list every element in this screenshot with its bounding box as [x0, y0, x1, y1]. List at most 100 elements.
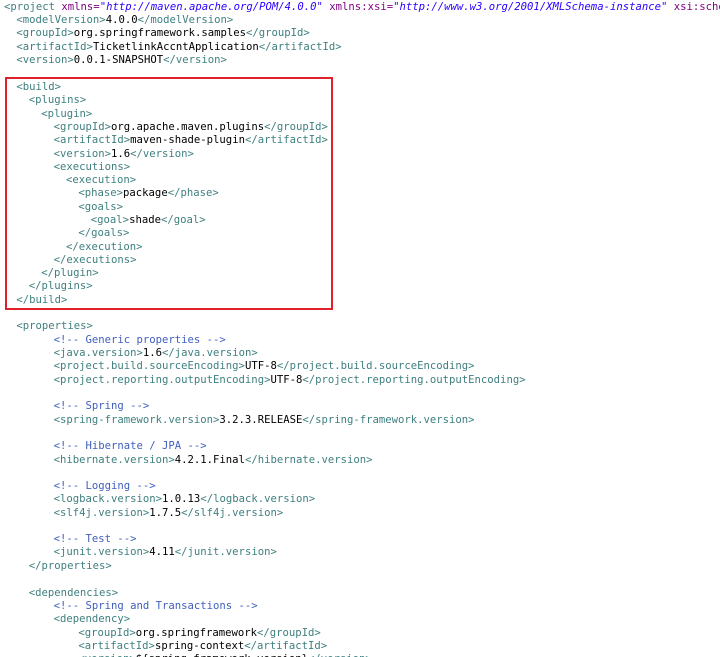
- code-token-tag: <project.build.sourceEncoding>: [53, 360, 245, 372]
- code-line: <groupId>org.springframework</groupId>: [78, 627, 320, 640]
- code-line: <slf4j.version>1.7.5</slf4j.version>: [54, 507, 284, 520]
- code-token-tag: <phase>: [78, 187, 124, 199]
- code-line: <junit.version>4.11</junit.version>: [54, 546, 277, 559]
- code-token-tag: <artifactId>: [53, 134, 131, 146]
- code-line: <project xmlns="http://maven.apache.org/…: [4, 1, 720, 14]
- code-token-tag: <execution>: [66, 174, 137, 186]
- code-token-tag: <dependency>: [53, 613, 131, 625]
- code-token-tag: <build>: [16, 81, 62, 93]
- code-line: <artifactId>maven-shade-plugin</artifact…: [54, 134, 328, 147]
- code-token-tag: </plugin>: [41, 267, 99, 279]
- xml-editor[interactable]: <project xmlns="http://maven.apache.org/…: [0, 0, 720, 657]
- code-token-tag: <junit.version>: [53, 546, 150, 558]
- code-token-tag: </goal>: [160, 214, 206, 226]
- code-line: <artifactId>TicketlinkAccntApplication</…: [16, 41, 341, 54]
- code-line: <properties>: [16, 320, 93, 333]
- code-token-attr: xmlns=: [61, 1, 100, 13]
- code-token-tag: </artifactId>: [244, 640, 328, 652]
- code-token-text: 4.2.1.Final: [174, 454, 245, 466]
- code-token-text: 3.2.3.RELEASE: [219, 414, 303, 426]
- code-token-tag: <modelVersion>: [16, 14, 106, 26]
- code-line: <project.reporting.outputEncoding>UTF-8<…: [54, 374, 526, 387]
- code-line: <!-- Generic properties -->: [54, 334, 226, 347]
- code-token-tag: </spring-framework.version>: [302, 414, 475, 426]
- code-token-text: TicketlinkAccntApplication: [92, 41, 259, 53]
- code-line: <dependency>: [54, 613, 131, 626]
- code-token-tag: </groupId>: [256, 627, 321, 639]
- code-line: <!-- Logging -->: [54, 480, 156, 493]
- code-line: <hibernate.version>4.2.1.Final</hibernat…: [54, 454, 373, 467]
- code-line: <logback.version>1.0.13</logback.version…: [54, 493, 316, 506]
- code-token-tag: <plugin>: [41, 108, 93, 120]
- code-token-comment: <!-- Spring and Transactions -->: [53, 600, 258, 612]
- code-token-text: maven-shade-plugin: [130, 134, 245, 146]
- code-token-text: 1.6: [142, 347, 163, 359]
- code-token-tag: </build>: [16, 294, 68, 306]
- code-token-text: spring-context: [154, 640, 245, 652]
- code-token-tag: </java.version>: [162, 347, 258, 359]
- code-token-comment: <!-- Spring -->: [53, 400, 150, 412]
- code-token-tag: </project.reporting.outputEncoding>: [302, 374, 526, 386]
- code-token-text: shade: [129, 214, 161, 226]
- code-line: <goals>: [78, 201, 123, 214]
- code-token-tag: </groupId>: [264, 121, 328, 133]
- code-token-tag: <spring-framework.version>: [53, 414, 220, 426]
- code-token-tag: </execution>: [66, 241, 143, 253]
- code-token-tag: </artifactId>: [258, 41, 342, 53]
- code-line: <goal>shade</goal>: [91, 214, 206, 227]
- code-token-text: UTF-8: [270, 374, 303, 386]
- code-token-tag: </modelVersion>: [137, 14, 234, 26]
- code-token-tag: <logback.version>: [53, 493, 163, 505]
- code-line: <phase>package</phase>: [78, 187, 218, 200]
- code-token-tag: <executions>: [53, 161, 131, 173]
- code-token-tag: <groupId>: [16, 27, 74, 39]
- code-token-tag: </junit.version>: [174, 546, 277, 558]
- code-line: <build>: [16, 81, 61, 94]
- code-line: </plugins>: [29, 280, 93, 293]
- code-line: <plugins>: [29, 94, 86, 107]
- code-token-tag: <project: [4, 1, 62, 13]
- code-token-comment: <!-- Logging -->: [53, 480, 156, 492]
- code-token-tag: </slf4j.version>: [181, 507, 284, 519]
- code-token-tag: <dependencies>: [28, 587, 119, 599]
- code-token-val: "http://maven.apache.org/POM/4.0.0": [99, 1, 323, 13]
- code-token-text: org.apache.maven.plugins: [111, 121, 265, 133]
- code-token-tag: </executions>: [53, 254, 137, 266]
- code-line: <version>0.0.1-SNAPSHOT</version>: [16, 54, 226, 67]
- code-token-tag: <properties>: [16, 320, 93, 332]
- code-line: </build>: [16, 294, 67, 307]
- code-token-val: "http://www.w3.org/2001/XMLSchema-instan…: [393, 1, 668, 13]
- code-token-text: UTF-8: [244, 360, 277, 372]
- code-line: <!-- Test -->: [54, 533, 137, 546]
- code-token-text: 4.0.0: [105, 14, 138, 26]
- code-token-tag: <artifactId>: [78, 640, 155, 652]
- code-token-tag: <hibernate.version>: [53, 454, 175, 466]
- code-line: </goals>: [78, 227, 129, 240]
- code-line: <modelVersion>4.0.0</modelVersion>: [16, 14, 233, 27]
- code-token-text: org.springframework: [135, 627, 257, 639]
- code-token-text: 1.0.13: [162, 493, 201, 505]
- code-line: <executions>: [54, 161, 131, 174]
- code-line: </executions>: [54, 254, 137, 267]
- code-token-tag: </goals>: [78, 227, 130, 239]
- code-line: <version>1.6</version>: [54, 148, 194, 161]
- code-line: </properties>: [29, 560, 112, 573]
- code-token-tag: </artifactId>: [244, 134, 328, 146]
- code-token-text: org.springframework.samples: [73, 27, 247, 39]
- code-token-tag: </groupId>: [246, 27, 310, 39]
- code-line: <execution>: [66, 174, 136, 187]
- code-token-text: 4.11: [149, 546, 175, 558]
- code-line: <groupId>org.springframework.samples</gr…: [16, 27, 309, 40]
- code-token-tag: <java.version>: [53, 347, 143, 359]
- code-token-tag: </logback.version>: [200, 493, 316, 505]
- code-line: <!-- Spring -->: [54, 400, 150, 413]
- code-token-tag: <version>: [78, 653, 135, 657]
- code-token-tag: <groupId>: [53, 121, 111, 133]
- code-line: <groupId>org.apache.maven.plugins</group…: [54, 121, 328, 134]
- code-token-tag: <version>: [53, 148, 111, 160]
- code-line: </execution>: [66, 241, 143, 254]
- code-token-tag: <plugins>: [28, 94, 87, 106]
- code-line: <artifactId>spring-context</artifactId>: [78, 640, 327, 653]
- code-token-tag: <project.reporting.outputEncoding>: [53, 374, 271, 386]
- code-token-attr: xsi:schemaL: [673, 1, 720, 13]
